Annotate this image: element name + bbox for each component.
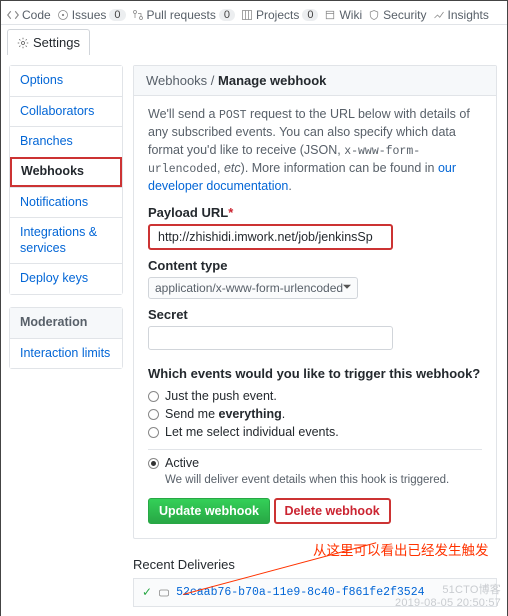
panel-header: Webhooks / Manage webhook <box>134 66 496 96</box>
nav-insights[interactable]: Insights <box>433 8 489 22</box>
nav-projects[interactable]: Projects 0 <box>241 8 318 22</box>
issues-count: 0 <box>109 9 125 21</box>
sidebar-item-webhooks[interactable]: Webhooks <box>10 157 122 187</box>
update-webhook-button[interactable]: Update webhook <box>148 498 270 524</box>
settings-tab[interactable]: Settings <box>7 29 90 55</box>
issue-icon <box>57 9 69 21</box>
required-asterisk: * <box>228 205 233 220</box>
nav-pulls[interactable]: Pull requests 0 <box>132 8 236 22</box>
projects-icon <box>241 9 253 21</box>
option-individual-label: Let me select individual events. <box>165 425 339 439</box>
breadcrumb: Webhooks / <box>146 73 218 88</box>
shield-icon <box>368 9 380 21</box>
webhook-panel: Webhooks / Manage webhook We'll send a P… <box>133 65 497 539</box>
payload-url-label: Payload URL* <box>148 205 482 220</box>
sidebar-item-options[interactable]: Options <box>10 66 122 96</box>
nav-security-label: Security <box>383 8 426 22</box>
settings-sidebar: Options Collaborators Branches Webhooks … <box>1 59 123 389</box>
wiki-icon <box>324 9 336 21</box>
delivery-icon <box>158 587 170 599</box>
active-checkbox-row[interactable]: Active <box>148 456 482 470</box>
sidebar-item-collaborators[interactable]: Collaborators <box>10 96 122 127</box>
active-note: We will deliver event details when this … <box>165 474 482 486</box>
nav-projects-label: Projects <box>256 8 299 22</box>
nav-insights-label: Insights <box>448 8 489 22</box>
sidebar-item-integrations[interactable]: Integrations & services <box>10 217 122 263</box>
gear-icon <box>17 37 29 49</box>
option-push-label: Just the push event. <box>165 389 277 403</box>
content-type-select[interactable]: application/x-www-form-urlencoded <box>148 277 358 299</box>
option-push-event[interactable]: Just the push event. <box>148 389 482 403</box>
settings-label: Settings <box>33 35 80 50</box>
delivery-id: 52caab76-b70a-11e9-8c40-f861fe2f3524 <box>176 586 424 599</box>
watermark-timestamp: 2019-08-05 20:50:57 <box>395 597 501 609</box>
content-type-label: Content type <box>148 258 482 273</box>
panel-title: Manage webhook <box>218 73 326 88</box>
insights-icon <box>433 9 445 21</box>
payload-url-input[interactable] <box>148 224 393 250</box>
option-individual[interactable]: Let me select individual events. <box>148 425 482 439</box>
sidebar-item-branches[interactable]: Branches <box>10 126 122 157</box>
nav-code[interactable]: Code <box>7 8 51 22</box>
pulls-count: 0 <box>219 9 235 21</box>
sidebar-item-deploy-keys[interactable]: Deploy keys <box>10 263 122 294</box>
active-label: Active <box>165 456 199 470</box>
nav-code-label: Code <box>22 8 51 22</box>
sidebar-item-interaction-limits[interactable]: Interaction limits <box>10 338 122 369</box>
option-everything-label: Send me everything. <box>165 407 285 421</box>
nav-wiki-label: Wiki <box>339 8 362 22</box>
nav-wiki[interactable]: Wiki <box>324 8 362 22</box>
subnav: Settings <box>1 25 507 59</box>
sidebar-item-notifications[interactable]: Notifications <box>10 187 122 218</box>
secret-input[interactable] <box>148 326 393 350</box>
nav-pulls-label: Pull requests <box>147 8 216 22</box>
sidebar-header-moderation: Moderation <box>10 308 122 338</box>
radio-icon <box>148 409 159 420</box>
check-icon: ✓ <box>142 585 152 600</box>
secret-label: Secret <box>148 307 482 322</box>
annotation-text: 从这里可以看出已经发生触发 <box>313 539 489 559</box>
panel-intro: We'll send a POST request to the URL bel… <box>148 106 482 195</box>
main-content: Webhooks / Manage webhook We'll send a P… <box>123 59 507 616</box>
checkbox-icon <box>148 458 159 469</box>
repo-topnav: Code Issues 0 Pull requests 0 Projects 0… <box>1 1 507 25</box>
nav-security[interactable]: Security <box>368 8 426 22</box>
nav-issues-label: Issues <box>72 8 107 22</box>
nav-issues[interactable]: Issues 0 <box>57 8 126 22</box>
radio-icon <box>148 391 159 402</box>
projects-count: 0 <box>302 9 318 21</box>
code-icon <box>7 9 19 21</box>
content-type-value: application/x-www-form-urlencoded <box>155 281 343 295</box>
radio-icon <box>148 427 159 438</box>
option-everything[interactable]: Send me everything. <box>148 407 482 421</box>
delete-webhook-button[interactable]: Delete webhook <box>274 498 391 524</box>
pr-icon <box>132 9 144 21</box>
events-question: Which events would you like to trigger t… <box>148 366 482 381</box>
